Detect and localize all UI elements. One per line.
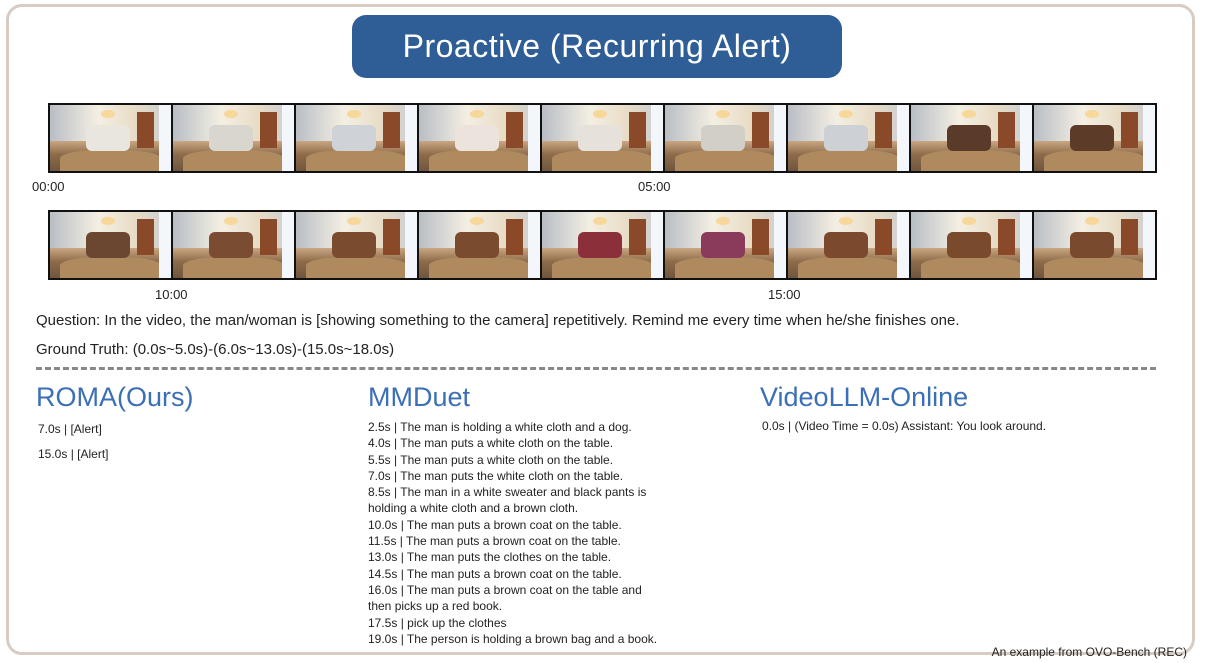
output-line: 8.5s | The man in a white sweater and bl… [368,485,647,500]
output-line: 17.5s | pick up the clothes [368,615,507,630]
output-line: then picks up a red book. [368,599,503,614]
video-frame-thumbnail [788,105,911,171]
video-frame-thumbnail [788,212,911,278]
output-line: 10.0s | The man puts a brown coat on the… [368,517,622,532]
video-frame-thumbnail [665,212,788,278]
output-line: 7.0s | [Alert] [38,422,102,436]
timestamp-label: 00:00 [32,179,65,194]
divider [36,367,1156,370]
video-frame-thumbnail [542,212,665,278]
timestamp-label: 10:00 [155,287,188,302]
video-frame-thumbnail [50,105,173,171]
question-text: Question: In the video, the man/woman is… [36,312,960,329]
output-line: 14.5s | The man puts a brown coat on the… [368,566,622,581]
output-line: holding a white cloth and a brown cloth. [368,501,579,516]
video-frame-thumbnail [173,105,296,171]
output-line: 2.5s | The man is holding a white cloth … [368,420,632,434]
video-strip-row-1 [48,103,1157,173]
video-frame-thumbnail [911,105,1034,171]
output-line: 7.0s | The man puts the white cloth on t… [368,468,624,483]
output-line: 16.0s | The man puts a brown coat on the… [368,582,642,597]
video-frame-thumbnail [911,212,1034,278]
video-frame-thumbnail [296,105,419,171]
video-frame-thumbnail [419,212,542,278]
mmduet-title: MMDuet [368,382,471,412]
video-frame-thumbnail [542,105,665,171]
video-frame-thumbnail [1034,212,1155,278]
source-caption: An example from OVO-Bench (REC) [991,645,1187,659]
video-frame-thumbnail [50,212,173,278]
video-frame-thumbnail [296,212,419,278]
output-line: 15.0s | [Alert] [38,447,109,461]
page-title: Proactive (Recurring Alert) [352,15,842,78]
roma-title: ROMA(Ours) [36,382,194,412]
video-strip-row-2 [48,210,1157,280]
output-line: 4.0s | The man puts a white cloth on the… [368,436,614,451]
output-line: 19.0s | The person is holding a brown ba… [368,631,658,646]
mmduet-output: 2.5s | The man is holding a white cloth … [368,419,657,647]
roma-output: 7.0s | [Alert] 15.0s | [Alert] [38,417,108,467]
timestamp-label: 05:00 [638,179,671,194]
output-line: 13.0s | The man puts the clothes on the … [368,550,612,565]
videollm-online-output: 0.0s | (Video Time = 0.0s) Assistant: Yo… [762,418,1046,434]
output-line: 5.5s | The man puts a white cloth on the… [368,452,614,467]
videollm-online-title: VideoLLM-Online [760,382,969,412]
timestamp-label: 15:00 [768,287,801,302]
video-frame-thumbnail [419,105,542,171]
output-line: 11.5s | The man puts a brown coat on the… [368,534,621,549]
video-frame-thumbnail [665,105,788,171]
video-frame-thumbnail [173,212,296,278]
ground-truth-text: Ground Truth: (0.0s~5.0s)-(6.0s~13.0s)-(… [36,341,395,358]
output-line: 0.0s | (Video Time = 0.0s) Assistant: Yo… [762,419,1047,433]
video-frame-thumbnail [1034,105,1155,171]
